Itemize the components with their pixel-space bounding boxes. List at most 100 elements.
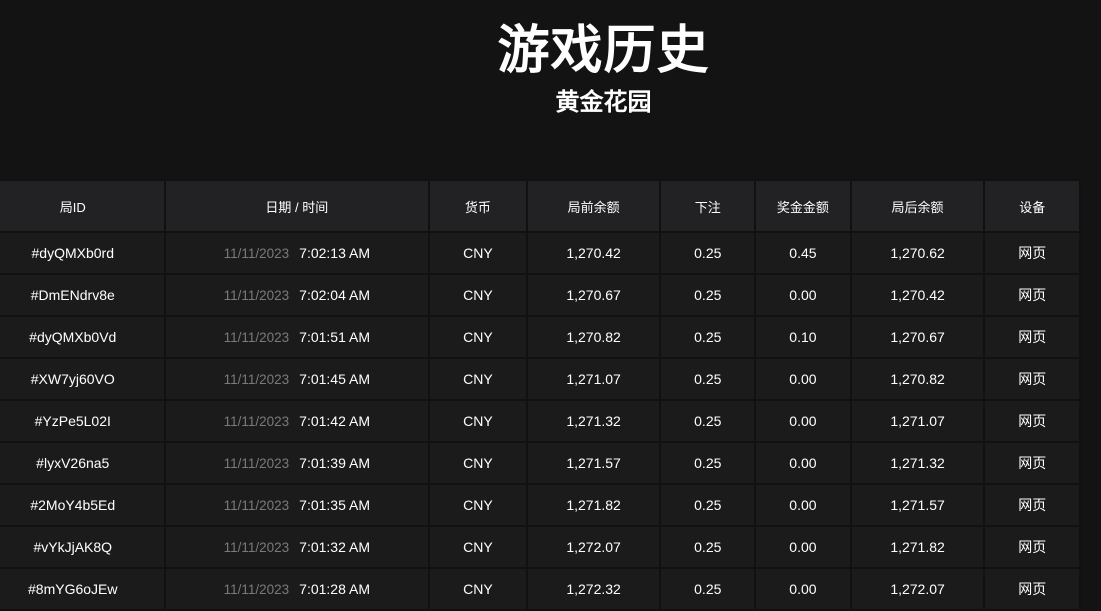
table-row[interactable]: #YzPe5L02I 11/11/2023 7:01:42 AM CNY 1,271.3… — [0, 401, 1079, 441]
cell-balance-after: 1,271.07 — [851, 401, 984, 441]
cell-device: 网页 — [985, 233, 1079, 273]
cell-device: 网页 — [985, 359, 1079, 399]
cell-balance-after: 1,272.07 — [851, 569, 984, 609]
time: 7:01:35 AM — [299, 497, 370, 513]
date: 11/11/2023 — [223, 414, 290, 429]
table-row[interactable]: #8mYG6oJEw 11/11/2023 7:01:28 AM CNY 1,272.3… — [0, 569, 1079, 609]
column-header-date-time: 日期 / 时间 — [165, 181, 429, 231]
cell-currency: CNY — [430, 401, 526, 441]
cell-currency: CNY — [430, 569, 526, 609]
cell-balance-after: 1,270.67 — [851, 317, 984, 357]
cell-round-id: #dyQMXb0Vd — [0, 317, 164, 357]
cell-device: 网页 — [985, 275, 1079, 315]
date: 11/11/2023 — [223, 330, 290, 345]
cell-currency: CNY — [430, 443, 526, 483]
cell-device: 网页 — [985, 527, 1079, 567]
date: 11/11/2023 — [223, 498, 290, 513]
cell-device: 网页 — [985, 485, 1079, 525]
cell-balance-before: 1,271.57 — [527, 443, 660, 483]
cell-balance-after: 1,271.57 — [851, 485, 984, 525]
cell-currency: CNY — [430, 233, 526, 273]
cell-bet: 0.25 — [661, 443, 755, 483]
cell-balance-before: 1,271.07 — [527, 359, 660, 399]
cell-bet: 0.25 — [661, 317, 755, 357]
cell-date-time: 11/11/2023 7:01:51 AM — [165, 317, 429, 357]
column-header-balance-after: 局后余额 — [851, 181, 984, 231]
time: 7:01:39 AM — [299, 455, 370, 471]
time: 7:01:32 AM — [299, 539, 370, 555]
cell-round-id: #8mYG6oJEw — [0, 569, 164, 609]
cell-win-amount: 0.00 — [756, 401, 850, 441]
cell-currency: CNY — [430, 359, 526, 399]
time: 7:02:04 AM — [299, 287, 370, 303]
time: 7:02:13 AM — [299, 245, 370, 261]
cell-win-amount: 0.10 — [756, 317, 850, 357]
time: 7:01:45 AM — [299, 371, 370, 387]
cell-balance-after: 1,270.82 — [851, 359, 984, 399]
date: 11/11/2023 — [223, 288, 290, 303]
cell-balance-before: 1,272.32 — [527, 569, 660, 609]
cell-round-id: #YzPe5L02I — [0, 401, 164, 441]
time: 7:01:42 AM — [299, 413, 370, 429]
cell-round-id: #vYkJjAK8Q — [0, 527, 164, 567]
column-header-currency: 货币 — [430, 181, 526, 231]
cell-win-amount: 0.00 — [756, 275, 850, 315]
cell-balance-before: 1,270.67 — [527, 275, 660, 315]
cell-balance-before: 1,270.82 — [527, 317, 660, 357]
cell-balance-before: 1,270.42 — [527, 233, 660, 273]
cell-bet: 0.25 — [661, 485, 755, 525]
table-row[interactable]: #2MoY4b5Ed 11/11/2023 7:01:35 AM CNY 1,271.8… — [0, 485, 1079, 525]
cell-bet: 0.25 — [661, 359, 755, 399]
column-header-win-amount: 奖金金额 — [756, 181, 850, 231]
cell-date-time: 11/11/2023 7:01:39 AM — [165, 443, 429, 483]
cell-balance-before: 1,271.82 — [527, 485, 660, 525]
column-header-round-id: 局ID — [0, 181, 164, 231]
table-row[interactable]: #vYkJjAK8Q 11/11/2023 7:01:32 AM CNY 1,272.0… — [0, 527, 1079, 567]
cell-date-time: 11/11/2023 7:01:28 AM — [165, 569, 429, 609]
date: 11/11/2023 — [223, 456, 290, 471]
date: 11/11/2023 — [223, 246, 290, 261]
table-row[interactable]: #dyQMXb0Vd 11/11/2023 7:01:51 AM CNY 1,270.8… — [0, 317, 1079, 357]
cell-win-amount: 0.00 — [756, 485, 850, 525]
cell-balance-after: 1,271.32 — [851, 443, 984, 483]
column-header-balance-before: 局前余额 — [527, 181, 660, 231]
cell-win-amount: 0.00 — [756, 569, 850, 609]
cell-round-id: #XW7yj60VO — [0, 359, 164, 399]
cell-bet: 0.25 — [661, 233, 755, 273]
cell-round-id: #lyxV26na5 — [0, 443, 164, 483]
cell-balance-before: 1,271.32 — [527, 401, 660, 441]
cell-currency: CNY — [430, 485, 526, 525]
cell-date-time: 11/11/2023 7:02:13 AM — [165, 233, 429, 273]
cell-round-id: #DmENdrv8e — [0, 275, 164, 315]
table-row[interactable]: #lyxV26na5 11/11/2023 7:01:39 AM CNY 1,271.5… — [0, 443, 1079, 483]
cell-currency: CNY — [430, 275, 526, 315]
cell-balance-before: 1,272.07 — [527, 527, 660, 567]
cell-date-time: 11/11/2023 7:01:35 AM — [165, 485, 429, 525]
cell-device: 网页 — [985, 401, 1079, 441]
table-row[interactable]: #dyQMXb0rd 11/11/2023 7:02:13 AM CNY 1,270.4… — [0, 233, 1079, 273]
cell-bet: 0.25 — [661, 569, 755, 609]
cell-date-time: 11/11/2023 7:01:32 AM — [165, 527, 429, 567]
column-header-bet: 下注 — [661, 181, 755, 231]
date: 11/11/2023 — [223, 582, 290, 597]
table-row[interactable]: #XW7yj60VO 11/11/2023 7:01:45 AM CNY 1,271.0… — [0, 359, 1079, 399]
cell-win-amount: 0.00 — [756, 359, 850, 399]
cell-date-time: 11/11/2023 7:02:04 AM — [165, 275, 429, 315]
cell-device: 网页 — [985, 317, 1079, 357]
cell-device: 网页 — [985, 443, 1079, 483]
cell-win-amount: 0.00 — [756, 527, 850, 567]
time: 7:01:51 AM — [299, 329, 370, 345]
table-row[interactable]: #DmENdrv8e 11/11/2023 7:02:04 AM CNY 1,270.6… — [0, 275, 1079, 315]
time: 7:01:28 AM — [299, 581, 370, 597]
date: 11/11/2023 — [223, 372, 290, 387]
cell-currency: CNY — [430, 527, 526, 567]
cell-date-time: 11/11/2023 7:01:42 AM — [165, 401, 429, 441]
table-header-row: 局ID 日期 / 时间 货币 局前余额 下注 奖金金额 局后余额 设备 — [0, 181, 1079, 231]
cell-balance-after: 1,270.62 — [851, 233, 984, 273]
cell-bet: 0.25 — [661, 275, 755, 315]
date: 11/11/2023 — [223, 540, 290, 555]
cell-date-time: 11/11/2023 7:01:45 AM — [165, 359, 429, 399]
cell-bet: 0.25 — [661, 401, 755, 441]
cell-win-amount: 0.45 — [756, 233, 850, 273]
cell-currency: CNY — [430, 317, 526, 357]
